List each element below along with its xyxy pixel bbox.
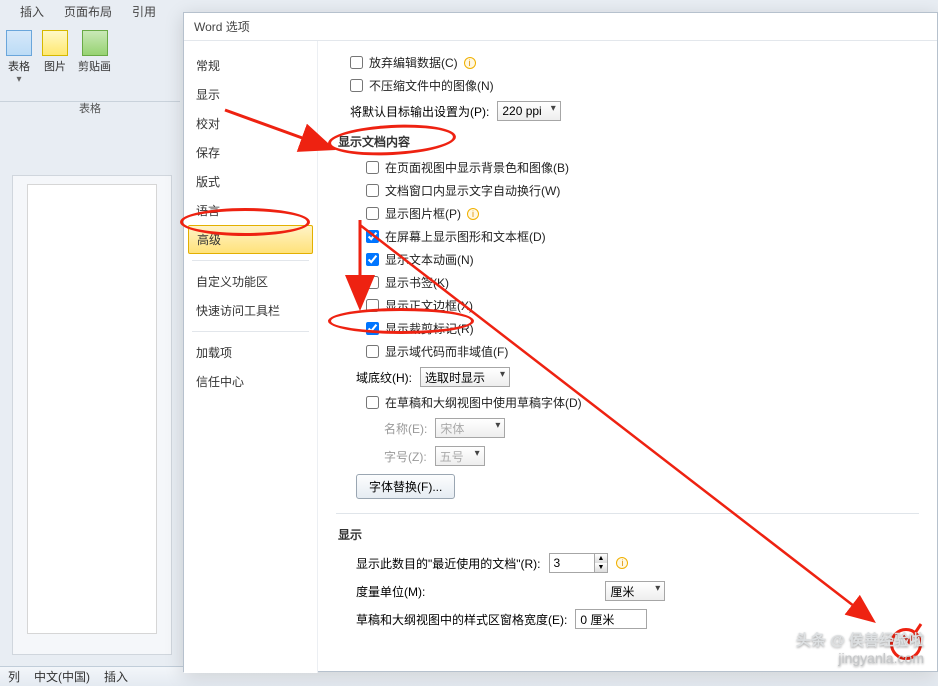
style-area-label: 草稿和大纲视图中的样式区窗格宽度(E): bbox=[356, 611, 567, 628]
watermark: 头条 @ 侯善经验啦 jingyanla.com bbox=[796, 629, 924, 666]
tab-insert[interactable]: 插入 bbox=[20, 3, 44, 20]
tool-table[interactable]: 表格 ▾ bbox=[6, 30, 32, 85]
picframe-checkbox[interactable] bbox=[366, 207, 379, 220]
body-border-checkbox[interactable] bbox=[366, 299, 379, 312]
document-background bbox=[12, 175, 172, 655]
bg-label: 在页面视图中显示背景色和图像(B) bbox=[385, 159, 569, 176]
section-doc-content: 显示文档内容 bbox=[336, 125, 410, 156]
ribbon-tabs: 插入 页面布局 引用 bbox=[0, 0, 180, 22]
table-icon bbox=[6, 30, 32, 56]
font-size-label: 字号(Z): bbox=[384, 448, 427, 465]
screen-shapes-checkbox[interactable] bbox=[366, 230, 379, 243]
status-lang[interactable]: 中文(中国) bbox=[34, 668, 90, 685]
no-compress-checkbox[interactable] bbox=[350, 79, 363, 92]
fieldcodes-checkbox[interactable] bbox=[366, 345, 379, 358]
clipart-icon bbox=[82, 30, 108, 56]
discard-edit-checkbox[interactable] bbox=[350, 56, 363, 69]
wrap-checkbox[interactable] bbox=[366, 184, 379, 197]
ribbon-toolbar: 表格 ▾ 图片 剪贴画 bbox=[0, 22, 180, 102]
crop-label: 显示裁剪标记(R) bbox=[385, 320, 474, 337]
watermark-line2: jingyanla.com bbox=[796, 650, 924, 666]
font-name-label: 名称(E): bbox=[384, 420, 427, 437]
bookmarks-checkbox[interactable] bbox=[366, 276, 379, 289]
word-options-dialog: Word 选项 常规 显示 校对 保存 版式 语言 高级 自定义功能区 快速访问… bbox=[183, 12, 938, 672]
style-area-input[interactable] bbox=[575, 609, 647, 629]
discard-edit-label: 放弃编辑数据(C) bbox=[369, 54, 458, 71]
watermark-line1: 头条 @ 侯善经验啦 bbox=[796, 629, 924, 650]
picture-icon bbox=[42, 30, 68, 56]
sidebar-item-quickaccess[interactable]: 快速访问工具栏 bbox=[184, 296, 317, 325]
ribbon-group-label: 表格 bbox=[0, 100, 180, 116]
draft-font-label: 在草稿和大纲视图中使用草稿字体(D) bbox=[385, 394, 582, 411]
bookmarks-label: 显示书签(K) bbox=[385, 274, 449, 291]
sidebar-item-display[interactable]: 显示 bbox=[184, 80, 317, 109]
recent-label: 显示此数目的"最近使用的文档"(R): bbox=[356, 555, 541, 572]
dropdown-icon: ▾ bbox=[6, 74, 32, 85]
wrap-label: 文档窗口内显示文字自动换行(W) bbox=[385, 182, 560, 199]
text-anim-checkbox[interactable] bbox=[366, 253, 379, 266]
tab-ref[interactable]: 引用 bbox=[132, 3, 156, 20]
sidebar-item-customize[interactable]: 自定义功能区 bbox=[184, 267, 317, 296]
sidebar-item-trust[interactable]: 信任中心 bbox=[184, 367, 317, 396]
info-icon[interactable]: i bbox=[464, 57, 476, 69]
tab-layout[interactable]: 页面布局 bbox=[64, 3, 112, 20]
document-page bbox=[27, 184, 157, 634]
sidebar-item-advanced[interactable]: 高级 bbox=[188, 225, 313, 254]
status-col: 列 bbox=[8, 668, 20, 685]
fieldcodes-label: 显示域代码而非域值(F) bbox=[385, 343, 508, 360]
font-sub-button[interactable]: 字体替换(F)... bbox=[356, 474, 455, 499]
sidebar-item-proof[interactable]: 校对 bbox=[184, 109, 317, 138]
screen-shapes-label: 在屏幕上显示图形和文本框(D) bbox=[385, 228, 546, 245]
options-content: 放弃编辑数据(C) i 不压缩文件中的图像(N) 将默认目标输出设置为(P): … bbox=[318, 41, 937, 673]
sidebar-item-addins[interactable]: 加载项 bbox=[184, 338, 317, 367]
options-sidebar: 常规 显示 校对 保存 版式 语言 高级 自定义功能区 快速访问工具栏 加载项 … bbox=[184, 41, 318, 673]
sidebar-item-layout[interactable]: 版式 bbox=[184, 167, 317, 196]
sidebar-item-save[interactable]: 保存 bbox=[184, 138, 317, 167]
draft-font-checkbox[interactable] bbox=[366, 396, 379, 409]
font-name-select: 宋体 bbox=[435, 418, 505, 438]
status-mode[interactable]: 插入 bbox=[104, 668, 128, 685]
spin-down-icon[interactable]: ▼ bbox=[595, 563, 608, 572]
ribbon-area: 插入 页面布局 引用 表格 ▾ 图片 剪贴画 表格 bbox=[0, 0, 180, 680]
section-display: 显示 bbox=[336, 518, 362, 549]
spin-up-icon[interactable]: ▲ bbox=[595, 554, 608, 563]
sidebar-item-language[interactable]: 语言 bbox=[184, 196, 317, 225]
sidebar-item-general[interactable]: 常规 bbox=[184, 51, 317, 80]
shade-select[interactable]: 选取时显示 bbox=[420, 367, 510, 387]
info-icon[interactable]: i bbox=[616, 557, 628, 569]
bg-checkbox[interactable] bbox=[366, 161, 379, 174]
text-anim-label: 显示文本动画(N) bbox=[385, 251, 474, 268]
no-compress-label: 不压缩文件中的图像(N) bbox=[369, 77, 494, 94]
default-output-select[interactable]: 220 ppi bbox=[497, 101, 560, 121]
unit-label: 度量单位(M): bbox=[356, 583, 425, 600]
tool-picture[interactable]: 图片 bbox=[42, 30, 68, 74]
body-border-label: 显示正文边框(X) bbox=[385, 297, 473, 314]
font-size-select: 五号 bbox=[435, 446, 485, 466]
shade-label: 域底纹(H): bbox=[356, 369, 412, 386]
tool-clipart[interactable]: 剪贴画 bbox=[78, 30, 111, 74]
unit-select[interactable]: 厘米 bbox=[605, 581, 665, 601]
recent-spinner[interactable]: ▲▼ bbox=[549, 553, 609, 573]
dialog-title: Word 选项 bbox=[184, 13, 937, 41]
default-output-label: 将默认目标输出设置为(P): bbox=[350, 103, 489, 120]
crop-checkbox[interactable] bbox=[366, 322, 379, 335]
info-icon[interactable]: i bbox=[467, 208, 479, 220]
picframe-label: 显示图片框(P) bbox=[385, 205, 461, 222]
recent-input[interactable] bbox=[549, 553, 595, 573]
